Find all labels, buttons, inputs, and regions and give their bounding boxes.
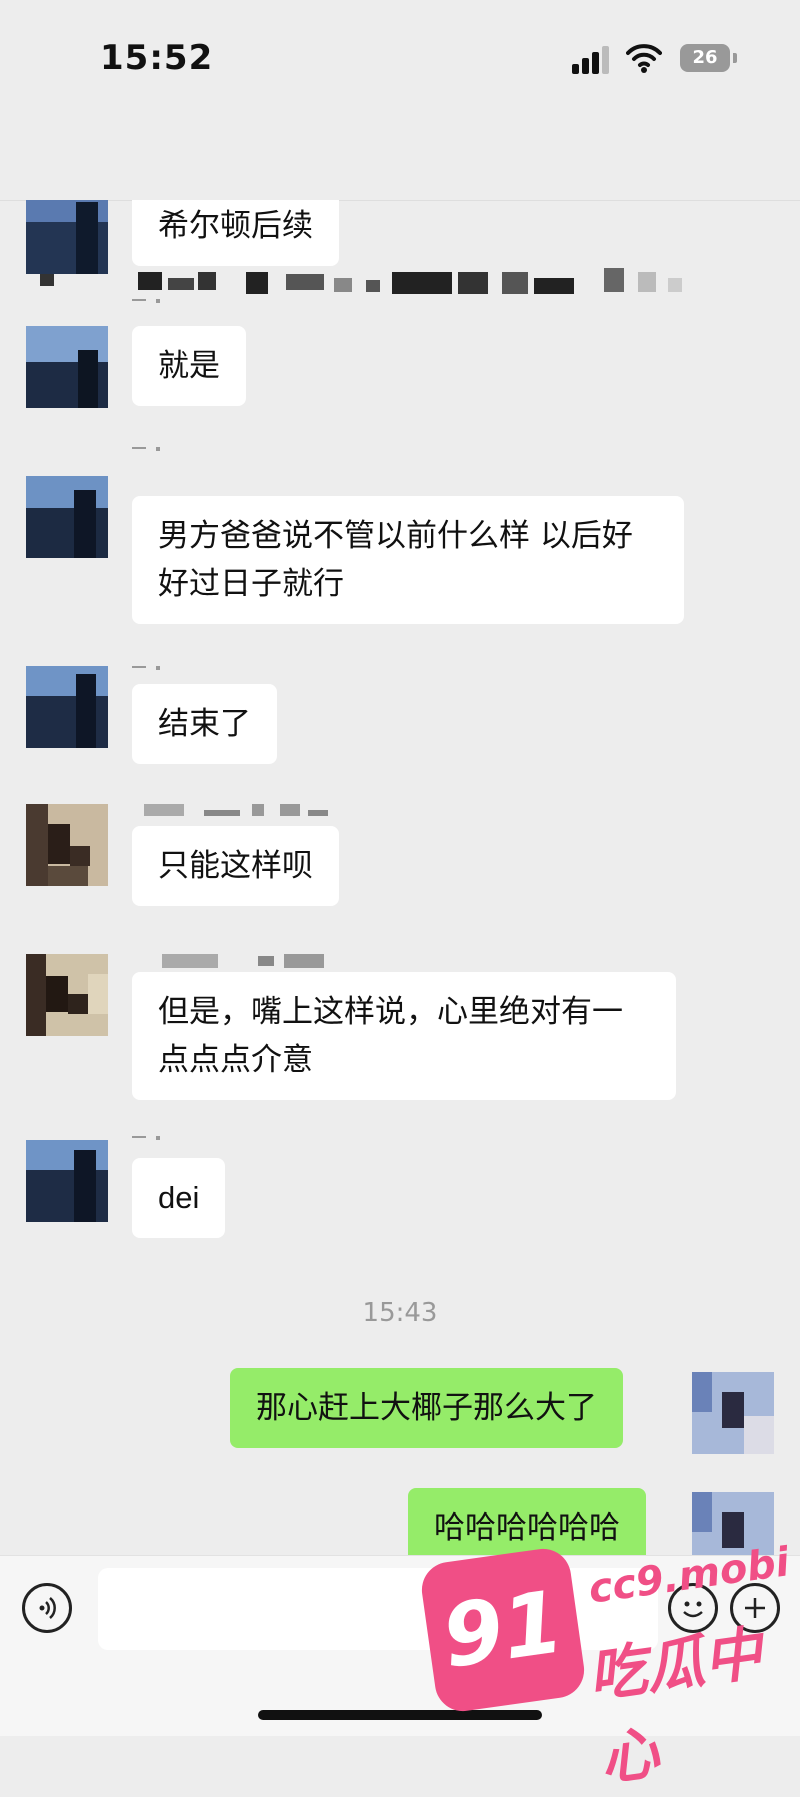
sender-name-pixelated <box>162 954 332 968</box>
avatar-contact-a[interactable] <box>26 1140 108 1222</box>
chat-message-list[interactable]: 希尔顿后续 就是 男方爸爸说不管以前什么样 以后好好过日子就行 结束了 只能这样… <box>0 200 800 1555</box>
message-bubble[interactable]: dei <box>132 1158 226 1238</box>
watermark-logo: 91 cc9.mobi 吃瓜中心 <box>418 1515 800 1794</box>
avatar-contact-a[interactable] <box>26 200 108 274</box>
message-bubble[interactable]: 就是 <box>132 326 246 406</box>
status-time: 15:52 <box>100 38 214 78</box>
sender-name-pixelated <box>144 804 330 816</box>
message-bubble[interactable]: 男方爸爸说不管以前什么样 以后好好过日子就行 <box>132 496 684 624</box>
watermark-badge: 91 <box>418 1545 588 1715</box>
sender-name-pixelated <box>132 662 162 672</box>
message-bubble-self[interactable]: 那心赶上大椰子那么大了 <box>230 1368 623 1448</box>
voice-input-icon[interactable] <box>22 1583 72 1633</box>
message-bubble[interactable]: 希尔顿后续 <box>132 200 339 266</box>
avatar-contact-a[interactable] <box>26 666 108 748</box>
sender-name-pixelated <box>132 443 162 453</box>
watermark-name: 吃瓜中心 <box>584 1618 766 1794</box>
avatar-self[interactable] <box>692 1372 774 1454</box>
cellular-signal-icon <box>572 46 612 74</box>
avatar-contact-a[interactable] <box>26 476 108 558</box>
sender-name-pixelated <box>132 1132 162 1142</box>
avatar-contact-a[interactable] <box>26 326 108 408</box>
message-bubble[interactable]: 只能这样呗 <box>132 826 339 906</box>
wifi-icon <box>626 44 662 73</box>
battery-icon: 26 <box>680 44 730 72</box>
sender-name-pixelated <box>132 295 162 305</box>
message-timestamp: 15:43 <box>362 1298 438 1328</box>
avatar-contact-b[interactable] <box>26 804 108 886</box>
status-bar: 15:52 26 <box>0 0 800 120</box>
message-bubble[interactable]: 但是，嘴上这样说，心里绝对有一点点点介意 <box>132 972 676 1100</box>
avatar-contact-b[interactable] <box>26 954 108 1036</box>
chat-header[interactable] <box>0 120 800 294</box>
message-bubble[interactable]: 结束了 <box>132 684 277 764</box>
watermark-site: cc9.mobi <box>585 1539 793 1613</box>
